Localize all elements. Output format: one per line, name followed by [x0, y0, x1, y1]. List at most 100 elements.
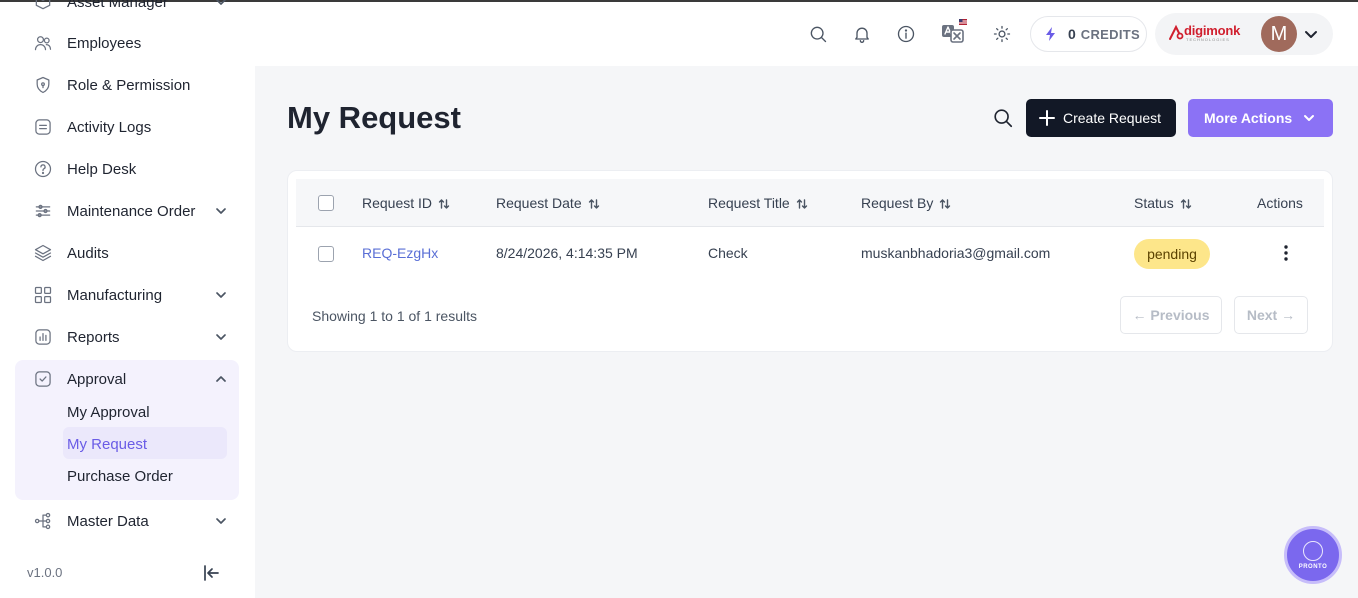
sidebar-item-label: Role & Permission: [67, 76, 191, 94]
language-translate-icon[interactable]: [940, 18, 968, 46]
logo-subtext: TECHNOLOGIES: [1186, 37, 1230, 42]
sidebar-item-label: Approval: [67, 370, 127, 388]
app-version: v1.0.0: [27, 565, 63, 580]
sidebar: Asset Manager Employees Role & Permissio…: [0, 0, 255, 598]
chevron-down-icon: [213, 203, 229, 219]
create-request-button[interactable]: Create Request: [1026, 99, 1176, 137]
credits-button[interactable]: 0 CREDITS: [1030, 16, 1147, 52]
more-vertical-icon[interactable]: [1278, 243, 1294, 263]
info-icon[interactable]: [894, 22, 918, 46]
assistant-icon: [1303, 540, 1323, 561]
select-all-checkbox[interactable]: [318, 195, 334, 211]
collapse-sidebar-icon[interactable]: [200, 562, 222, 584]
company-logo: digimonk TECHNOLOGIES: [1167, 23, 1245, 45]
column-label: Request ID: [362, 195, 433, 211]
sidebar-item-manufacturing[interactable]: Manufacturing: [15, 277, 239, 313]
sort-icon[interactable]: [588, 197, 600, 209]
bell-icon[interactable]: [850, 22, 874, 46]
credits-count: 0: [1068, 26, 1076, 42]
column-header-request-title[interactable]: Request Title: [708, 195, 808, 211]
users-icon: [33, 33, 53, 53]
asset-icon: [33, 0, 53, 12]
check-square-icon: [33, 369, 53, 389]
sidebar-subitem-purchase-order[interactable]: Purchase Order: [67, 468, 173, 485]
sidebar-item-label: Employees: [67, 34, 142, 52]
sidebar-item-label: Reports: [67, 328, 120, 346]
status-badge: pending: [1134, 239, 1210, 269]
sidebar-item-role-permission[interactable]: Role & Permission: [15, 67, 239, 103]
chart-icon: [33, 327, 53, 347]
row-checkbox[interactable]: [318, 246, 334, 262]
column-label: Request By: [861, 195, 934, 211]
request-id-link[interactable]: REQ-EzgHx: [362, 245, 438, 261]
column-header-request-date[interactable]: Request Date: [496, 195, 600, 211]
layers-icon: [33, 243, 53, 263]
chevron-down-icon: [1304, 115, 1315, 121]
account-menu[interactable]: digimonk TECHNOLOGIES M: [1155, 13, 1333, 55]
page-title: My Request: [287, 100, 461, 135]
sidebar-item-maintenance-order[interactable]: Maintenance Order: [15, 193, 239, 229]
pagination-summary: Showing 1 to 1 of 1 results: [312, 308, 477, 324]
lightning-icon: [1046, 27, 1055, 41]
sidebar-item-help-desk[interactable]: Help Desk: [15, 151, 239, 187]
request-by: muskanbhadoria3@gmail.com: [861, 245, 1051, 261]
sidebar-item-activity-logs[interactable]: Activity Logs: [15, 109, 239, 145]
table-header: Request ID Request Date Request Title Re…: [296, 179, 1324, 227]
column-header-request-id[interactable]: Request ID: [362, 195, 450, 211]
chevron-up-icon: [213, 371, 229, 387]
next-page-button[interactable]: Next →: [1234, 296, 1308, 334]
column-header-request-by[interactable]: Request By: [861, 195, 951, 211]
sidebar-item-asset-manager[interactable]: Asset Manager: [15, 0, 239, 20]
sidebar-item-label: Audits: [67, 244, 109, 262]
assistant-fab-button[interactable]: PRONTO: [1284, 526, 1342, 584]
shield-icon: [33, 75, 53, 95]
sidebar-item-reports[interactable]: Reports: [15, 319, 239, 355]
main-content: My Request Create Request More Actions R…: [255, 66, 1358, 598]
assistant-label: PRONTO: [1298, 563, 1328, 570]
sidebar-item-approval[interactable]: Approval: [15, 361, 239, 397]
search-icon[interactable]: [992, 107, 1016, 131]
chevron-down-icon: [213, 287, 229, 303]
column-header-actions: Actions: [1257, 195, 1303, 211]
more-actions-button[interactable]: More Actions: [1188, 99, 1333, 137]
logo-mark-icon: [1169, 24, 1184, 40]
credits-label: CREDITS: [1080, 26, 1140, 42]
request-title: Check: [708, 245, 748, 261]
chevron-down-icon[interactable]: [1303, 26, 1319, 42]
column-header-status[interactable]: Status: [1134, 195, 1192, 211]
request-date: 8/24/2026, 4:14:35 PM: [496, 245, 638, 261]
sort-icon[interactable]: [939, 197, 951, 209]
sidebar-item-label: Asset Manager: [67, 0, 168, 11]
sort-icon[interactable]: [796, 197, 808, 209]
requests-table-card: Request ID Request Date Request Title Re…: [287, 170, 1333, 352]
sort-icon[interactable]: [438, 197, 450, 209]
search-icon[interactable]: [806, 22, 830, 46]
sidebar-item-label: Help Desk: [67, 160, 137, 178]
plus-icon: [1039, 110, 1055, 126]
previous-page-button[interactable]: ← Previous: [1120, 296, 1222, 334]
sidebar-subitem-my-request[interactable]: My Request: [67, 436, 147, 453]
sidebar-item-employees[interactable]: Employees: [15, 25, 239, 61]
sun-icon[interactable]: [990, 22, 1014, 46]
sidebar-item-master-data[interactable]: Master Data: [15, 503, 239, 539]
create-request-label: Create Request: [1063, 110, 1162, 126]
log-icon: [33, 117, 53, 137]
sidebar-item-label: Master Data: [67, 512, 149, 530]
sidebar-item-label: Manufacturing: [67, 286, 163, 304]
hierarchy-icon: [33, 511, 53, 531]
sidebar-item-label: Activity Logs: [67, 118, 152, 136]
sort-icon[interactable]: [1180, 197, 1192, 209]
chevron-down-icon: [213, 513, 229, 529]
chevron-down-icon: [213, 329, 229, 345]
more-actions-label: More Actions: [1204, 110, 1293, 126]
sidebar-item-label: Maintenance Order: [67, 202, 196, 220]
column-label: Request Date: [496, 195, 582, 211]
avatar[interactable]: M: [1261, 16, 1297, 52]
sidebar-subitem-my-approval[interactable]: My Approval: [67, 404, 150, 421]
sliders-icon: [33, 201, 53, 221]
column-label: Status: [1134, 195, 1174, 211]
help-icon: [33, 159, 53, 179]
sidebar-item-audits[interactable]: Audits: [15, 235, 239, 271]
grid-icon: [33, 285, 53, 305]
column-label: Request Title: [708, 195, 790, 211]
